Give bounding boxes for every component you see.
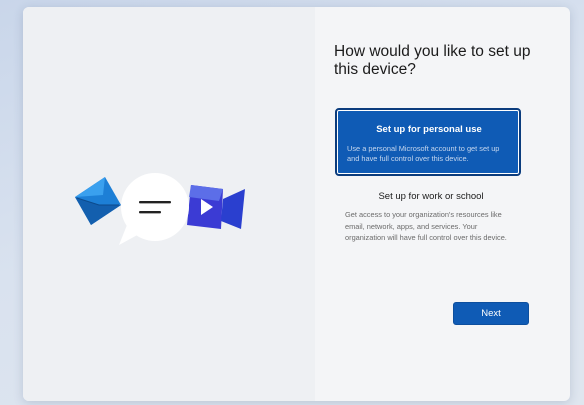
page-title: How would you like to set up this device… — [334, 43, 531, 78]
mail-icon — [75, 177, 121, 225]
option-personal-use[interactable]: Set up for personal use Use a personal M… — [335, 108, 521, 176]
setup-window: How would you like to set up this device… — [23, 7, 570, 401]
illustration — [75, 173, 245, 245]
chat-bubble-icon — [119, 173, 189, 245]
option-work-or-school-description: Get access to your organization's resour… — [345, 210, 507, 242]
option-personal-use-description: Use a personal Microsoft account to get … — [347, 144, 500, 163]
illustration-pane — [23, 7, 315, 401]
option-work-or-school-label: Set up for work or school — [378, 191, 484, 202]
option-personal-use-label: Set up for personal use — [376, 124, 482, 135]
video-icon — [187, 185, 245, 229]
next-button[interactable]: Next — [453, 302, 529, 325]
option-work-or-school[interactable]: Set up for work or school Get access to … — [335, 185, 525, 267]
